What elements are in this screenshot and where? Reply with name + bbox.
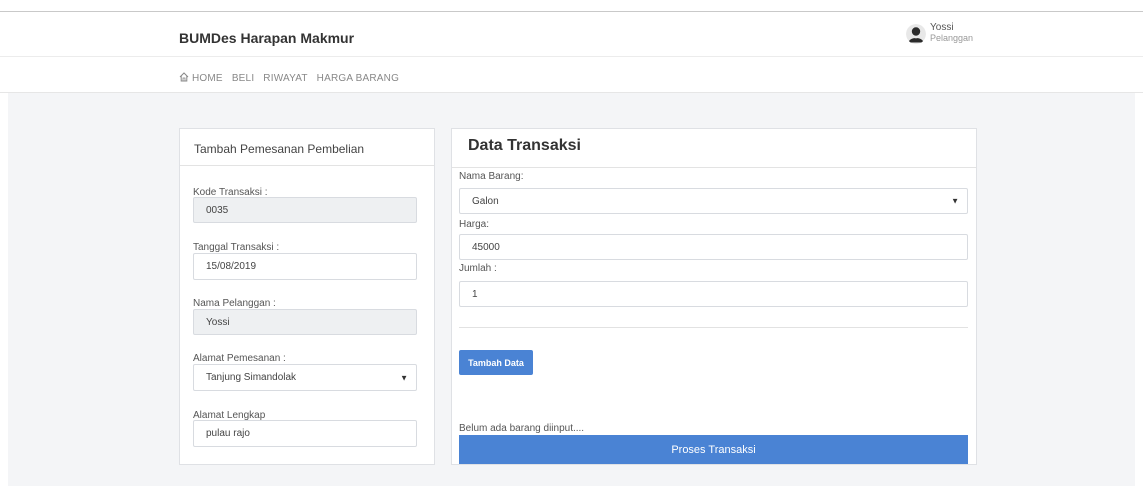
chevron-down-icon: ▼: [400, 373, 408, 382]
brand-title[interactable]: BUMDes Harapan Makmur: [179, 30, 354, 46]
nama-pelanggan-value: Yossi: [206, 316, 230, 328]
nama-barang-value: Galon: [472, 195, 499, 207]
alamat-lengkap-field[interactable]: pulau rajo: [193, 420, 417, 447]
harga-value: 45000: [472, 241, 500, 253]
alamat-pemesanan-select[interactable]: Tanjung Simandolak ▼: [193, 364, 417, 391]
tanggal-transaksi-field[interactable]: 15/08/2019: [193, 253, 417, 280]
harga-label: Harga:: [459, 219, 490, 230]
nama-barang-select[interactable]: Galon ▼: [459, 188, 968, 214]
nav-item-home[interactable]: HOME: [179, 72, 223, 85]
form-divider: [459, 327, 968, 328]
nama-pelanggan-label: Nama Pelanggan :: [193, 298, 276, 309]
tanggal-transaksi-label: Tanggal Transaksi :: [193, 242, 280, 253]
nav-item-harga-barang[interactable]: HARGA BARANG: [317, 72, 399, 85]
nav-item-riwayat[interactable]: RIWAYAT: [263, 72, 307, 85]
order-form-title: Tambah Pemesanan Pembelian: [194, 142, 365, 156]
tanggal-transaksi-value: 15/08/2019: [206, 261, 257, 272]
harga-field[interactable]: 45000: [459, 234, 968, 260]
nav-bar: HOME BELI RIWAYAT HARGA BARANG: [0, 57, 1143, 93]
nama-pelanggan-field[interactable]: Yossi: [193, 309, 417, 335]
jumlah-value: 1: [472, 288, 478, 300]
nav-item-home-label: HOME: [192, 73, 223, 84]
alamat-pemesanan-value: Tanjung Simandolak: [206, 372, 297, 383]
alamat-lengkap-value: pulau rajo: [206, 428, 250, 439]
kode-transaksi-value: 0035: [206, 204, 229, 216]
transaction-title: Data Transaksi: [468, 137, 581, 154]
transaction-header: Data Transaksi: [452, 129, 976, 168]
user-name: Yossi: [930, 22, 954, 33]
user-menu[interactable]: Yossi Pelanggan: [906, 22, 1026, 50]
user-role: Pelanggan: [930, 33, 974, 43]
nav-item-beli[interactable]: BELI: [232, 72, 254, 85]
jumlah-label: Jumlah :: [459, 263, 497, 274]
header-bar: BUMDes Harapan Makmur Yossi Pelanggan: [0, 12, 1143, 57]
order-form-header: Tambah Pemesanan Pembelian: [180, 129, 434, 166]
tambah-data-button[interactable]: Tambah Data: [459, 350, 533, 375]
alamat-pemesanan-label: Alamat Pemesanan :: [193, 353, 286, 364]
user-avatar-icon: [906, 24, 926, 44]
nama-barang-label: Nama Barang:: [459, 171, 524, 182]
empty-items-message: Belum ada barang diinput....: [459, 423, 585, 434]
proses-transaksi-button[interactable]: Proses Transaksi: [459, 435, 968, 464]
home-icon: [179, 72, 189, 85]
chevron-down-icon: ▼: [951, 196, 959, 206]
jumlah-field[interactable]: 1: [459, 281, 968, 307]
kode-transaksi-field[interactable]: 0035: [193, 197, 417, 223]
